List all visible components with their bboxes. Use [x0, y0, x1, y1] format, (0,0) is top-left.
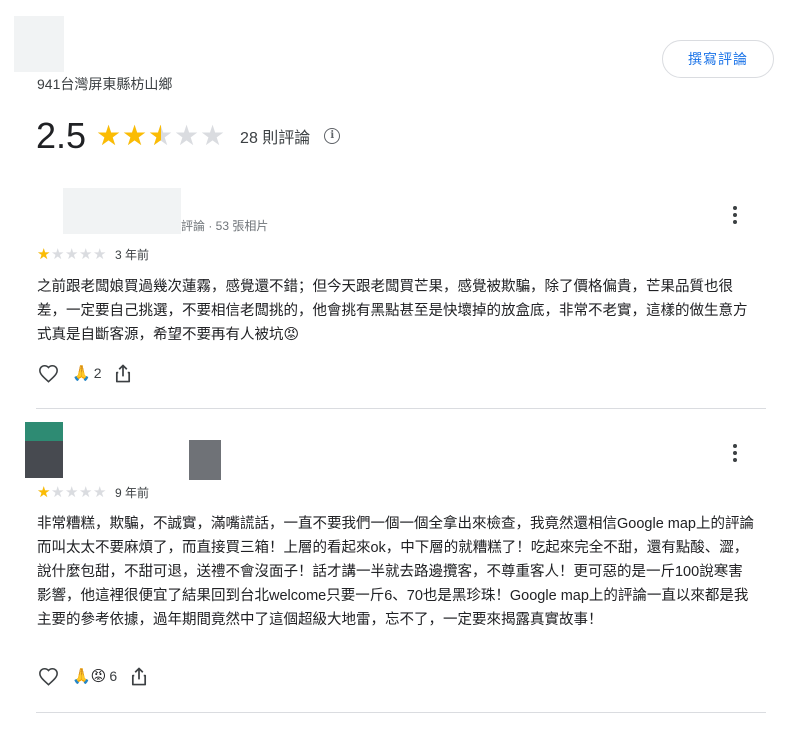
star-icon: ★ ★: [37, 246, 51, 263]
reaction-count: 6: [109, 668, 118, 684]
angry-emoji: 😡: [283, 326, 300, 343]
review-time: 3 年前: [115, 248, 150, 262]
review-stars: ★ ★ ★ ★ ★ ★ 3 年前: [37, 246, 149, 263]
reaction-emojis: 🙏😡: [72, 668, 107, 685]
review-divider: [36, 712, 766, 713]
heart-icon[interactable]: [37, 665, 59, 687]
more-options-button[interactable]: [723, 441, 747, 465]
reaction-count: 2: [93, 365, 102, 381]
rating-value: 2.5: [36, 115, 87, 156]
star-icon: ★ ★: [37, 484, 51, 501]
star-icon: ★ ★: [96, 120, 122, 151]
review-divider: [36, 408, 766, 409]
star-icon: ★: [51, 246, 65, 263]
star-icon: ★: [174, 120, 200, 151]
reviewer-photo-thumbnail: [189, 440, 221, 480]
star-icon: ★: [93, 246, 107, 263]
review-time: 9 年前: [115, 486, 150, 500]
place-logo-placeholder: [14, 16, 64, 72]
review-text: 非常糟糕，欺騙，不誠實，滿嘴謊話，一直不要我們一個一個全拿出來檢查，我竟然還相信…: [37, 516, 754, 628]
reviewer-meta: 評論 · 53 張相片: [181, 219, 269, 233]
reviewer-avatar: [25, 422, 63, 478]
info-icon[interactable]: i: [324, 128, 341, 144]
share-icon[interactable]: [113, 362, 133, 384]
star-icon: ★: [65, 484, 79, 501]
star-icon: ★: [65, 246, 79, 263]
reaction-chip[interactable]: 🙏 2: [72, 364, 101, 382]
write-review-button[interactable]: 撰寫評論: [662, 40, 774, 78]
star-icon: ★: [79, 484, 93, 501]
review-stars: ★ ★ ★ ★ ★ ★ 9 年前: [37, 484, 149, 501]
review-count-link[interactable]: 28 則評論: [240, 124, 310, 148]
star-icon: ★: [51, 484, 65, 501]
review-actions: 🙏😡 6: [37, 665, 149, 687]
star-half-icon: ★ ★: [148, 120, 174, 151]
star-icon: ★: [200, 120, 226, 151]
pray-emoji: 🙏: [72, 365, 91, 382]
star-icon: ★: [93, 484, 107, 501]
reaction-chip[interactable]: 🙏😡 6: [72, 667, 117, 685]
star-icon: ★: [79, 246, 93, 263]
star-icon: ★ ★: [122, 120, 148, 151]
reviewer-avatar-placeholder: [63, 188, 181, 234]
review-text: 之前跟老闆娘買過幾次蓮霧，感覺還不錯；但今天跟老闆買芒果，感覺被欺騙，除了價格偏…: [37, 275, 757, 347]
review-actions: 🙏 2: [37, 362, 133, 384]
rating-summary: 2.5 ★ ★ ★ ★ ★ ★ ★ ★ 28 則評論 i: [36, 114, 341, 158]
heart-icon[interactable]: [37, 362, 59, 384]
rating-stars: ★ ★ ★ ★ ★ ★ ★ ★: [96, 122, 226, 150]
place-address: 941台灣屏東縣枋山鄉: [37, 76, 173, 92]
review-text-body: 之前跟老闆娘買過幾次蓮霧，感覺還不錯；但今天跟老闆買芒果，感覺被欺騙，除了價格偏…: [37, 279, 748, 343]
more-options-button[interactable]: [723, 203, 747, 227]
share-icon[interactable]: [129, 665, 149, 687]
